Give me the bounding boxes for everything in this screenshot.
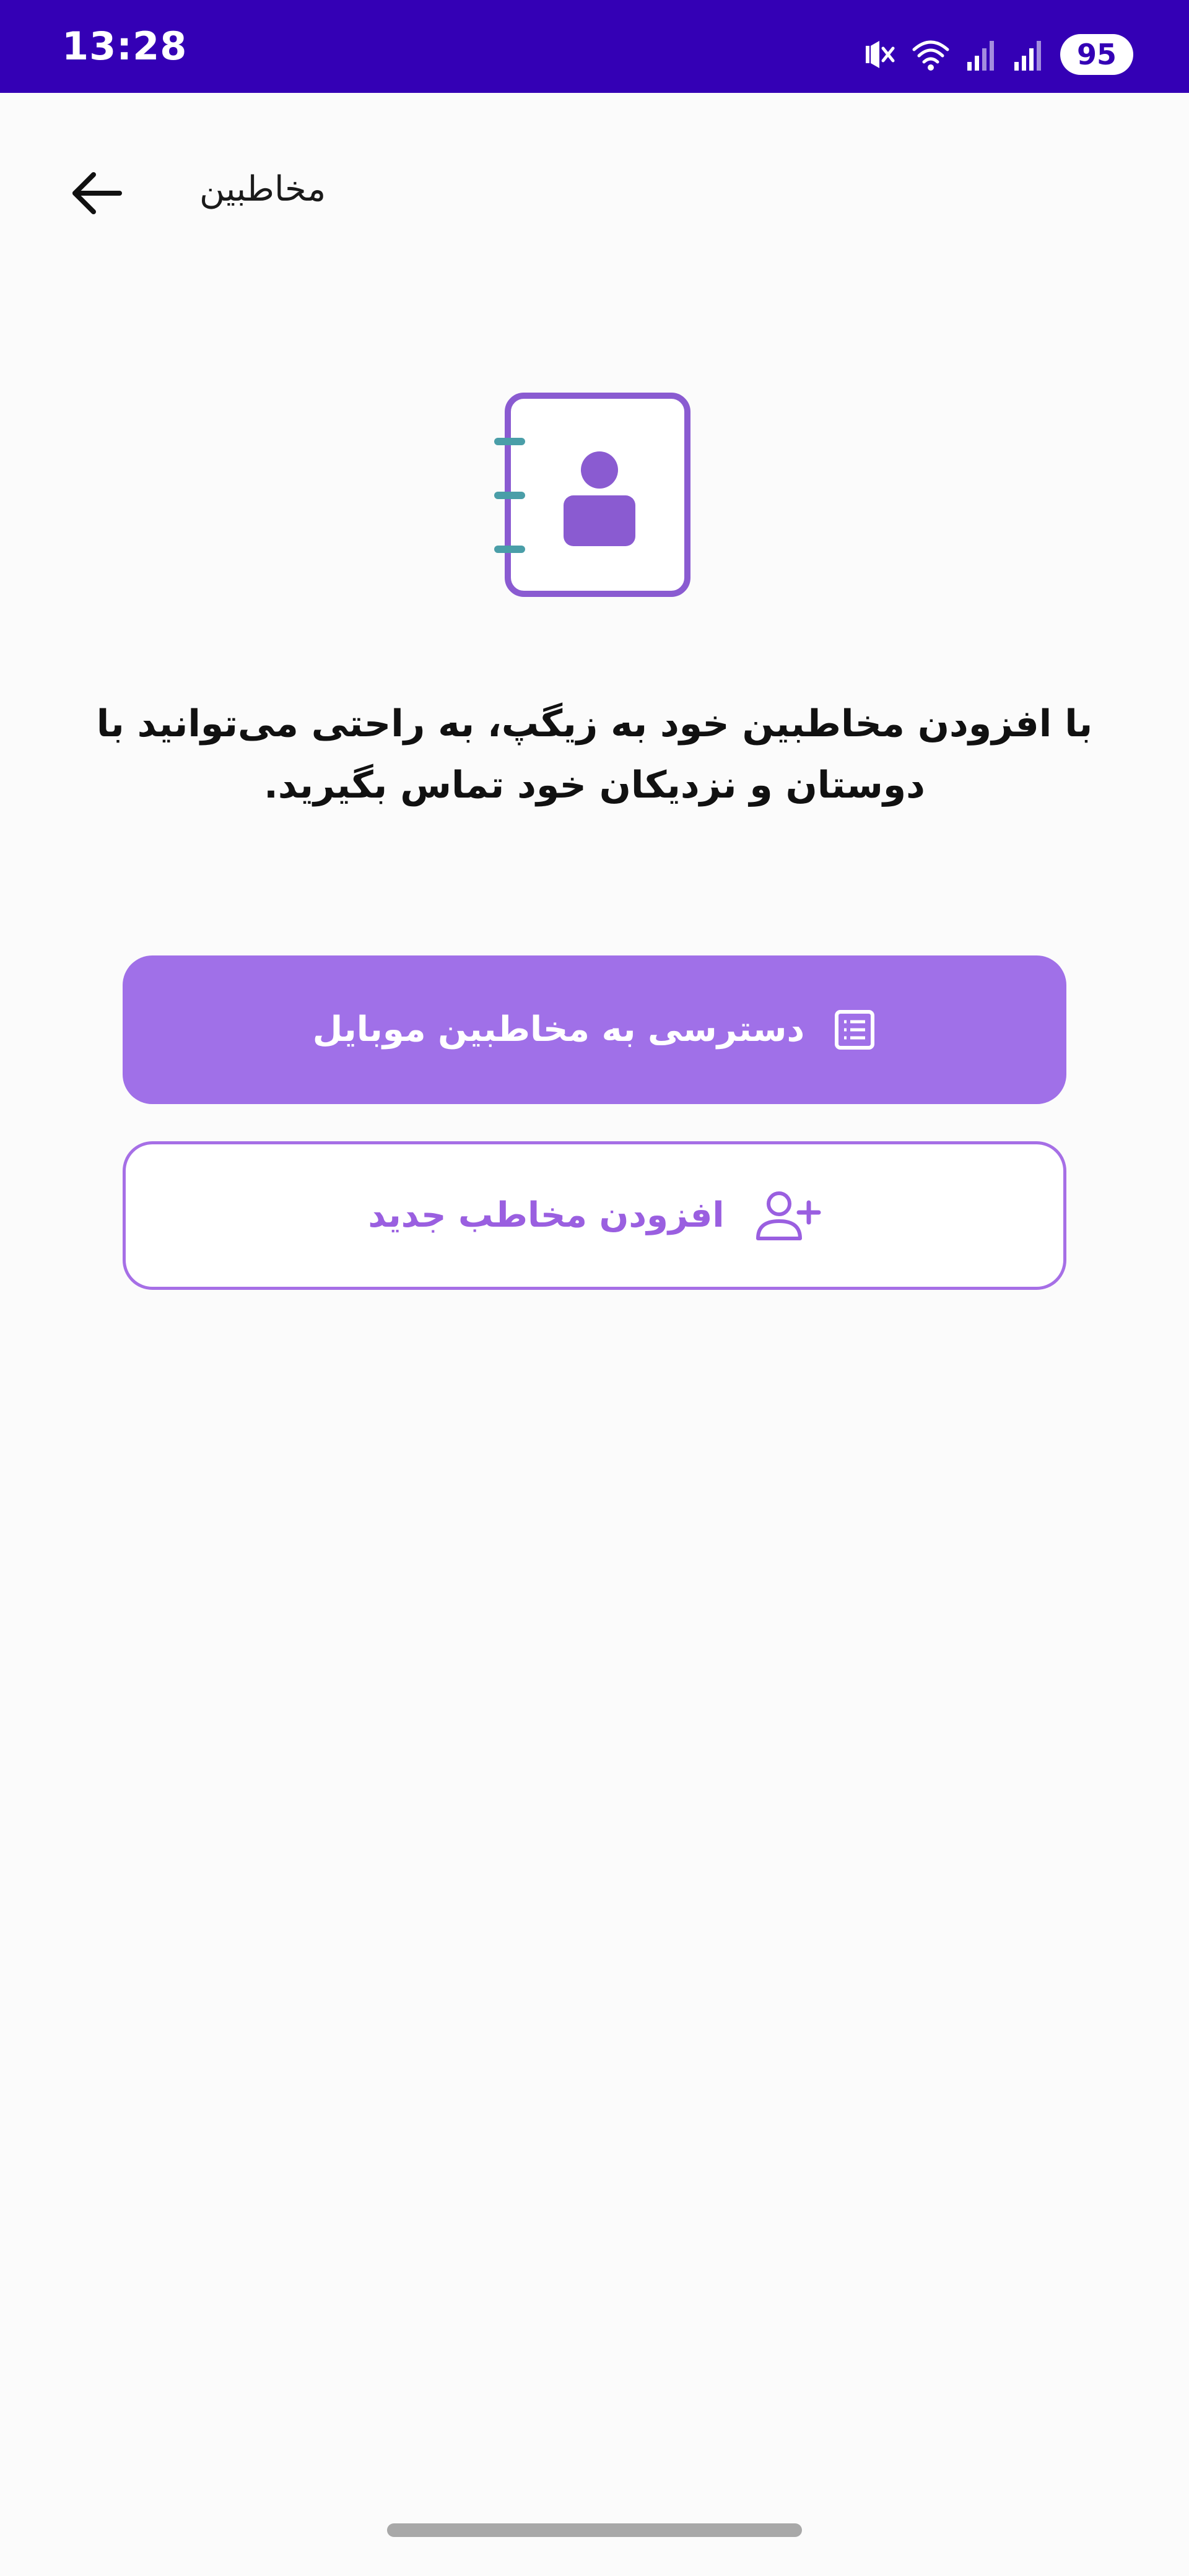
arrow-left-icon [69, 168, 124, 220]
add-user-icon [753, 1189, 821, 1242]
signal-icon [966, 37, 997, 72]
description-text: با افزودن مخاطبین خود به زیگپ، به راحتی … [96, 702, 1093, 807]
wifi-icon [912, 37, 950, 72]
back-button[interactable] [62, 160, 131, 229]
signal-icon [1013, 37, 1044, 72]
status-bar: 13:28 95 [0, 0, 1189, 93]
battery-indicator: 95 [1060, 34, 1133, 75]
add-new-contact-label: افزودن مخاطب جدید [368, 1195, 725, 1235]
add-new-contact-button[interactable]: افزودن مخاطب جدید [123, 1141, 1066, 1290]
status-icons: 95 [861, 30, 1133, 79]
status-time: 13:28 [62, 24, 188, 69]
contacts-book-icon [489, 387, 700, 604]
gesture-navigation-bar[interactable] [387, 2523, 802, 2537]
contacts-screen: 13:28 95 مخاطبین با افزودن مخاطبین خود ب… [0, 0, 1189, 2576]
page-title: مخاطبین [199, 169, 326, 209]
mute-vibrate-icon [861, 37, 895, 72]
access-mobile-contacts-button[interactable]: دسترسی به مخاطبین موبایل [123, 955, 1066, 1104]
contact-list-icon [833, 1008, 876, 1051]
top-app-bar: مخاطبین [0, 93, 1189, 291]
access-mobile-contacts-label: دسترسی به مخاطبین موبایل [312, 1009, 805, 1050]
